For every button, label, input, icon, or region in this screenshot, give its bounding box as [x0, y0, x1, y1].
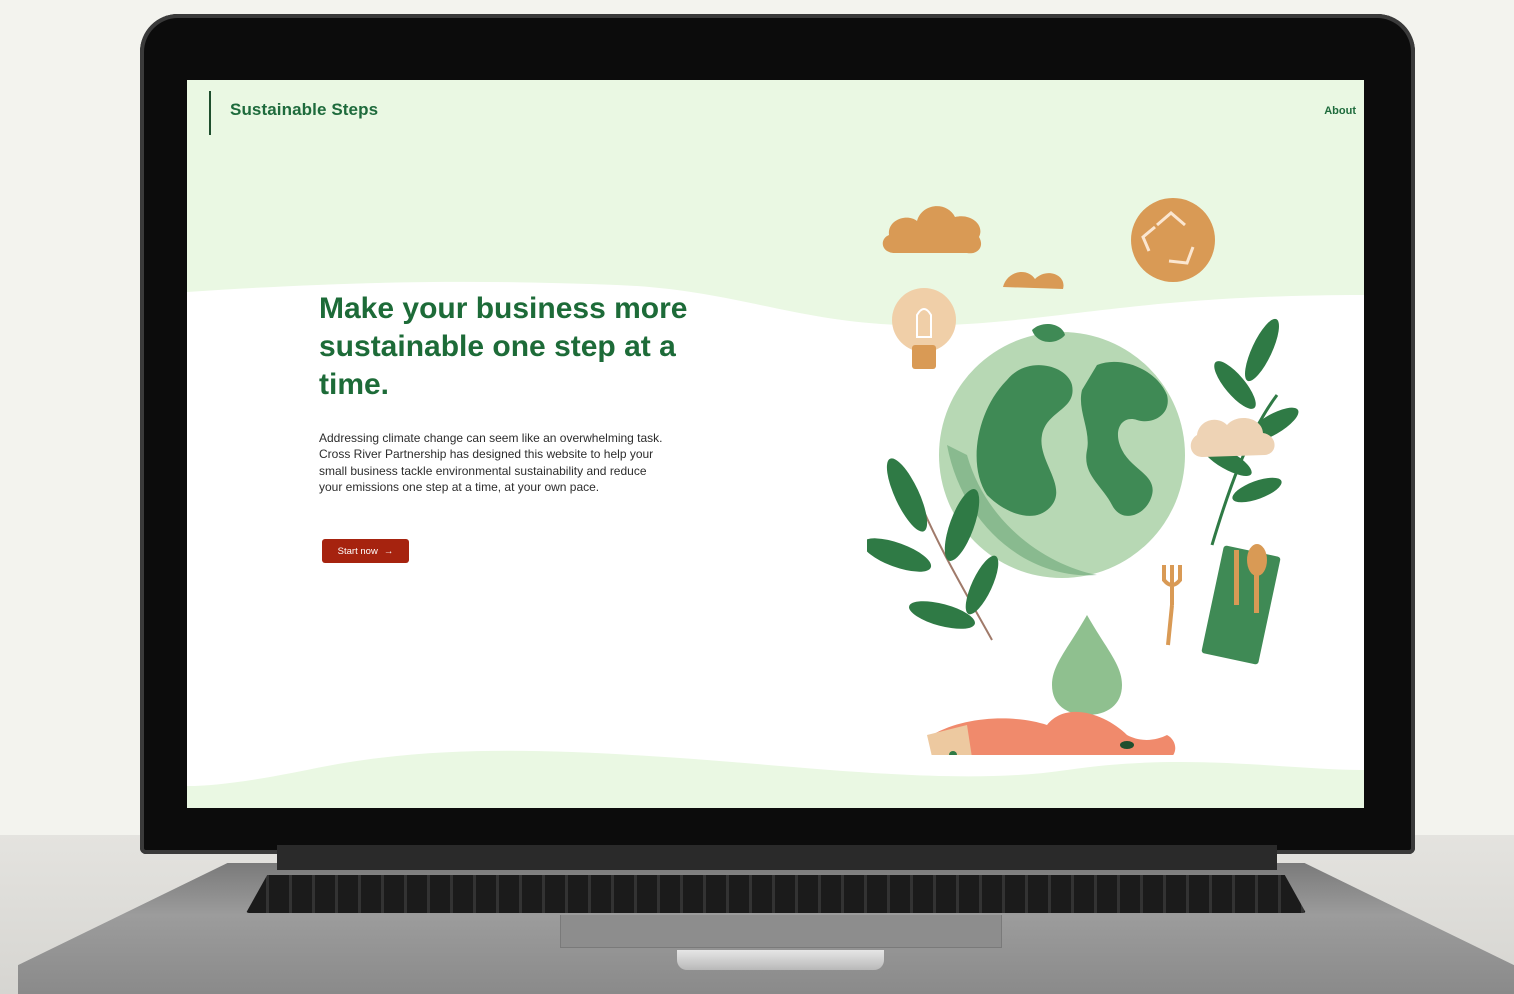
- laptop-hinge: [677, 950, 884, 970]
- start-now-button[interactable]: Start now →: [322, 539, 409, 563]
- fork-icon: [1162, 565, 1182, 646]
- water-drop-icon: [1052, 615, 1122, 715]
- brand-divider: [209, 91, 211, 135]
- hero-description: Addressing climate change can seem like …: [319, 431, 663, 494]
- open-hand-icon: [927, 711, 1176, 755]
- recycle-icon: [1131, 198, 1215, 282]
- globe-icon: [939, 323, 1185, 578]
- lightbulb-icon: [892, 288, 956, 369]
- cloud-icon: [882, 206, 982, 254]
- laptop-keyboard: [246, 875, 1306, 913]
- laptop-screen: Sustainable Steps About Make your busine…: [187, 80, 1364, 808]
- start-now-label: Start now: [337, 545, 378, 557]
- arrow-right-icon: →: [383, 545, 394, 557]
- hero-title: Make your business more sustainable one …: [319, 292, 688, 401]
- nav-about-link[interactable]: About: [1324, 105, 1356, 117]
- sustainability-illustration: [867, 198, 1299, 755]
- laptop-bezel-strip: [277, 845, 1277, 870]
- site-logo[interactable]: Sustainable Steps: [230, 100, 378, 120]
- napkin-cutlery-icon: [1201, 544, 1281, 665]
- laptop-trackpad: [560, 915, 1002, 948]
